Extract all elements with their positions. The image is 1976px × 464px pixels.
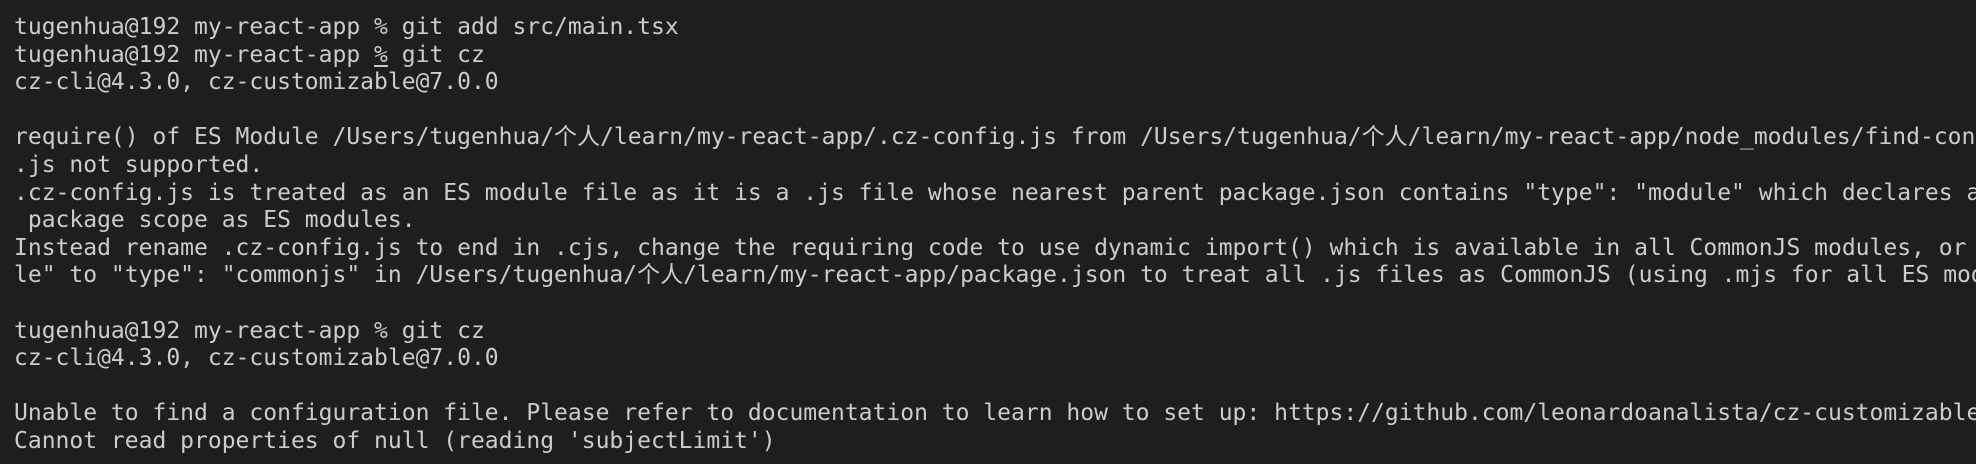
prompt-symbol: % bbox=[374, 41, 388, 68]
prompt-line: tugenhua@192 my-react-app % git add src/… bbox=[14, 14, 1976, 42]
error-line: Instead rename .cz-config.js to end in .… bbox=[14, 234, 1967, 261]
prompt-line: tugenhua@192 my-react-app % git cz bbox=[14, 42, 1976, 70]
prompt-line: tugenhua@192 my-react-app % git cz bbox=[14, 318, 1976, 346]
output-line: cz-cli@4.3.0, cz-customizable@7.0.0 bbox=[14, 345, 499, 372]
error-line: package scope as ES modules. bbox=[14, 207, 416, 234]
prompt: tugenhua@192 my-react-app % bbox=[14, 14, 402, 40]
prompt: tugenhua@192 my-react-app bbox=[14, 41, 375, 68]
error-line: Unable to find a configuration file. Ple… bbox=[14, 400, 1976, 427]
prompt: tugenhua@192 my-react-app % bbox=[14, 317, 402, 344]
error-line: require() of ES Module /Users/tugenhua/个… bbox=[14, 124, 1976, 151]
terminal-window[interactable]: tugenhua@192 my-react-app % git add src/… bbox=[0, 0, 1976, 464]
error-line: .js not supported. bbox=[14, 151, 264, 178]
command-text: git cz bbox=[401, 41, 485, 68]
output-line: cz-cli@4.3.0, cz-customizable@7.0.0 bbox=[14, 69, 499, 96]
command-text: git cz bbox=[401, 317, 485, 344]
command-text: git add src/main.tsx bbox=[401, 14, 679, 40]
error-line: le" to "type": "commonjs" in /Users/tuge… bbox=[14, 262, 1976, 289]
error-line: Cannot read properties of null (reading … bbox=[14, 427, 776, 454]
error-line: .cz-config.js is treated as an ES module… bbox=[14, 179, 1976, 206]
